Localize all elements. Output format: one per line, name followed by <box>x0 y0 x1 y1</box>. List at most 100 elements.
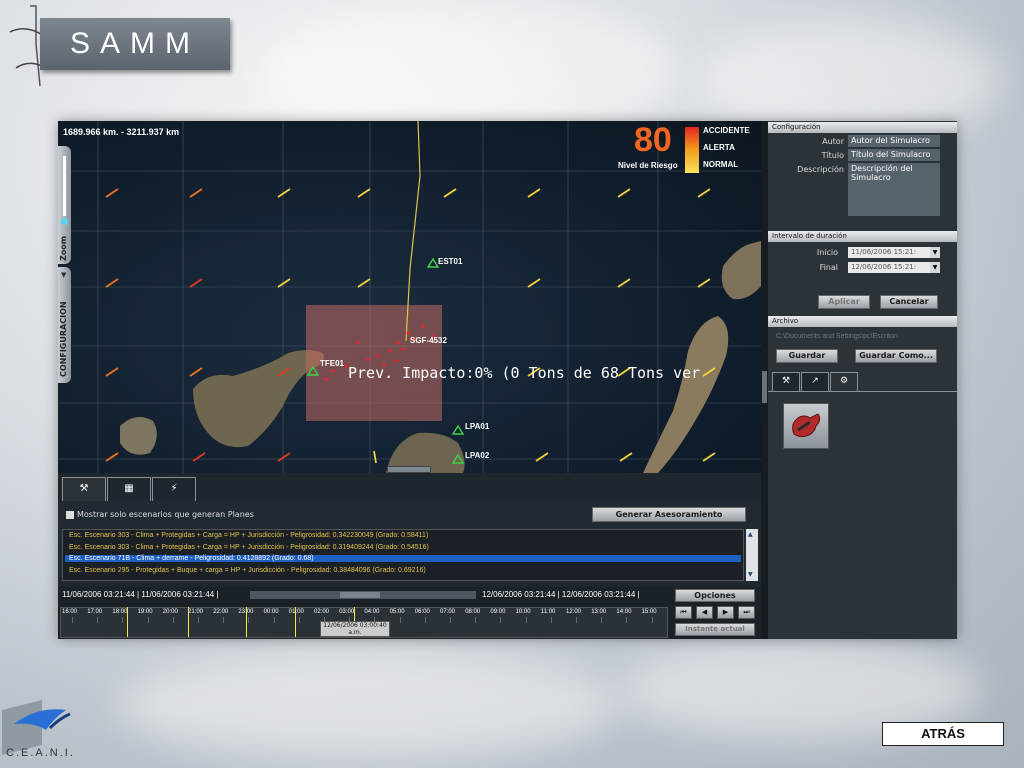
last-step-button[interactable]: ⏭ <box>738 606 755 619</box>
org-name: C.E.A.N.I. <box>6 747 75 759</box>
zoom-label: Zoom <box>59 235 68 261</box>
filter-checkbox-label: Mostrar solo escenarios que generan Plan… <box>77 510 254 519</box>
description-label: Descripción <box>797 165 844 174</box>
timeline-tick-label: 16:00 <box>62 609 78 615</box>
wrench-icon <box>792 413 821 438</box>
tab-chart-panel[interactable]: ↗ <box>801 372 829 391</box>
timeline-tick-label: 10:00 <box>515 609 531 615</box>
timeline-tick-line <box>298 617 300 623</box>
step-forward-icon: ▶ <box>722 608 729 616</box>
timeline-tick-label: 01:00 <box>288 609 304 615</box>
start-date-input[interactable]: 11/06/2006 15:21: ▼ <box>848 247 940 258</box>
timeline-tick-label: 00:00 <box>263 609 279 615</box>
previous-step-button[interactable]: ◀ <box>696 606 713 619</box>
zoom-handle[interactable] <box>61 218 68 225</box>
apply-button[interactable]: Aplicar <box>818 295 870 309</box>
back-button[interactable]: ATRÁS <box>882 722 1004 746</box>
station-label-tfe01[interactable]: TFE01 <box>320 359 344 368</box>
skip-forward-icon: ⏭ <box>743 608 750 616</box>
background-cloud <box>120 650 620 760</box>
current-time-box[interactable]: 12/06/2006 03:00:40 a.m. <box>320 621 390 637</box>
scenario-row[interactable]: Esc. Escenario 303 - Clima + Protegidas … <box>69 544 429 551</box>
end-date-input[interactable]: 12/06/2006 15:21: ▼ <box>848 262 940 273</box>
tab-tools-panel[interactable]: ⚒ <box>772 372 800 391</box>
timeline-scrollbar[interactable] <box>250 591 476 599</box>
filter-checkbox[interactable] <box>66 511 74 519</box>
cancel-button[interactable]: Cancelar <box>880 295 938 309</box>
tab-tools[interactable]: ⚒ <box>62 477 106 501</box>
vessel-label[interactable]: SGF-4532 <box>410 336 447 345</box>
risk-level-value: 80 <box>634 121 672 159</box>
scenario-row-selected[interactable]: Esc. Escenario 71B - Clima + derrame - P… <box>65 555 741 562</box>
background-cloud <box>260 0 680 140</box>
vertical-splitter-handle[interactable] <box>762 371 767 403</box>
zoom-track[interactable] <box>63 156 66 216</box>
timeline-tick-line <box>626 617 628 623</box>
legend-accident: ACCIDENTE <box>703 126 750 135</box>
zoom-slider-tab[interactable]: Zoom <box>58 146 71 264</box>
tab-charts[interactable]: ▦ <box>107 477 151 501</box>
timeline-range-right: 12/06/2006 03:21:44 | 12/06/2006 03:21:4… <box>482 590 640 599</box>
save-button[interactable]: Guardar <box>776 349 838 363</box>
timeline-tick-label: 07:00 <box>440 609 456 615</box>
station-label-lpa01[interactable]: LPA01 <box>465 422 489 431</box>
start-label: Inicio <box>816 248 838 257</box>
app-window: 1689.966 km. - 3211.937 km 80 Nivel de R… <box>58 121 957 639</box>
timeline-tick-line <box>475 617 477 623</box>
timeline-tick-line <box>399 617 401 623</box>
scenario-scrollbar[interactable]: ▲ ▼ <box>746 529 758 581</box>
island-fuerteventura <box>643 316 729 473</box>
scenario-row[interactable]: Esc. Escenario 303 - Clima + Protegidas … <box>69 532 428 539</box>
first-step-button[interactable]: ⏮ <box>675 606 692 619</box>
timeline-tick-line <box>651 617 653 623</box>
config-side-tab[interactable]: ▼ CONFIGURACION <box>58 267 71 383</box>
current-instant-button[interactable]: Instante actual <box>675 623 755 636</box>
author-field[interactable]: Autor del Simulacro <box>848 135 940 147</box>
timeline-tick-label: 09:00 <box>490 609 506 615</box>
horizontal-splitter-handle[interactable] <box>387 466 431 473</box>
timeline-tick-label: 08:00 <box>465 609 481 615</box>
options-button[interactable]: Opciones <box>675 589 755 602</box>
scenario-list[interactable]: Esc. Escenario 303 - Clima + Protegidas … <box>62 529 744 581</box>
scale-readout: 1689.966 km. - 3211.937 km <box>63 127 180 137</box>
next-step-button[interactable]: ▶ <box>717 606 734 619</box>
timeline-tick-line <box>223 617 225 623</box>
description-field[interactable]: Descripción del Simulacro <box>848 163 940 216</box>
timeline-scroll-thumb[interactable] <box>340 592 380 598</box>
map-view[interactable]: 1689.966 km. - 3211.937 km 80 Nivel de R… <box>58 121 761 473</box>
station-label-est01[interactable]: EST01 <box>438 257 462 266</box>
chevron-down-icon[interactable]: ▼ <box>930 262 940 273</box>
save-as-button[interactable]: Guardar Como... <box>855 349 937 363</box>
wrench-tool-button[interactable] <box>783 403 829 449</box>
scroll-down-icon[interactable]: ▼ <box>748 571 753 578</box>
timeline-tick-label: 12:00 <box>566 609 582 615</box>
generate-advice-button[interactable]: Generar Asesoramiento <box>592 507 746 522</box>
end-label: Final <box>819 263 838 272</box>
timeline-tick-line <box>500 617 502 623</box>
timeline-tick-label: 04:00 <box>364 609 380 615</box>
chevron-down-icon[interactable]: ▼ <box>930 247 940 258</box>
timeline-tick-label: 22:00 <box>213 609 229 615</box>
scroll-up-icon[interactable]: ▲ <box>748 531 753 538</box>
timeline-tick-line <box>525 617 527 623</box>
lightning-icon: ⚡ <box>170 483 178 494</box>
vertical-splitter[interactable] <box>761 121 768 639</box>
timeline-tick-line <box>576 617 577 623</box>
station-label-lpa02[interactable]: LPA02 <box>465 451 489 460</box>
map-canvas[interactable] <box>58 121 761 473</box>
timeline-tick-label: 15:00 <box>641 609 657 615</box>
legend-alert: ALERTA <box>703 143 735 152</box>
config-side-label: CONFIGURACION <box>59 301 68 377</box>
tab-scenarios[interactable]: ⚡ <box>152 477 196 501</box>
step-back-icon: ◀ <box>701 608 708 616</box>
scenario-row[interactable]: Esc. Escenario 295 - Protegidas + Buque … <box>69 567 426 574</box>
current-time-suffix: a.m. <box>348 629 362 636</box>
timeline-tick-line <box>349 617 351 623</box>
collapse-arrow-icon[interactable]: ▼ <box>61 271 66 279</box>
timeline-tick-line <box>374 617 376 623</box>
island-gomera <box>120 417 157 455</box>
archive-path-input[interactable] <box>776 330 944 343</box>
timeline-tick-label: 19:00 <box>137 609 153 615</box>
tab-settings-panel[interactable]: ⚙ <box>830 372 858 391</box>
title-field[interactable]: Título del Simulacro <box>848 149 940 161</box>
